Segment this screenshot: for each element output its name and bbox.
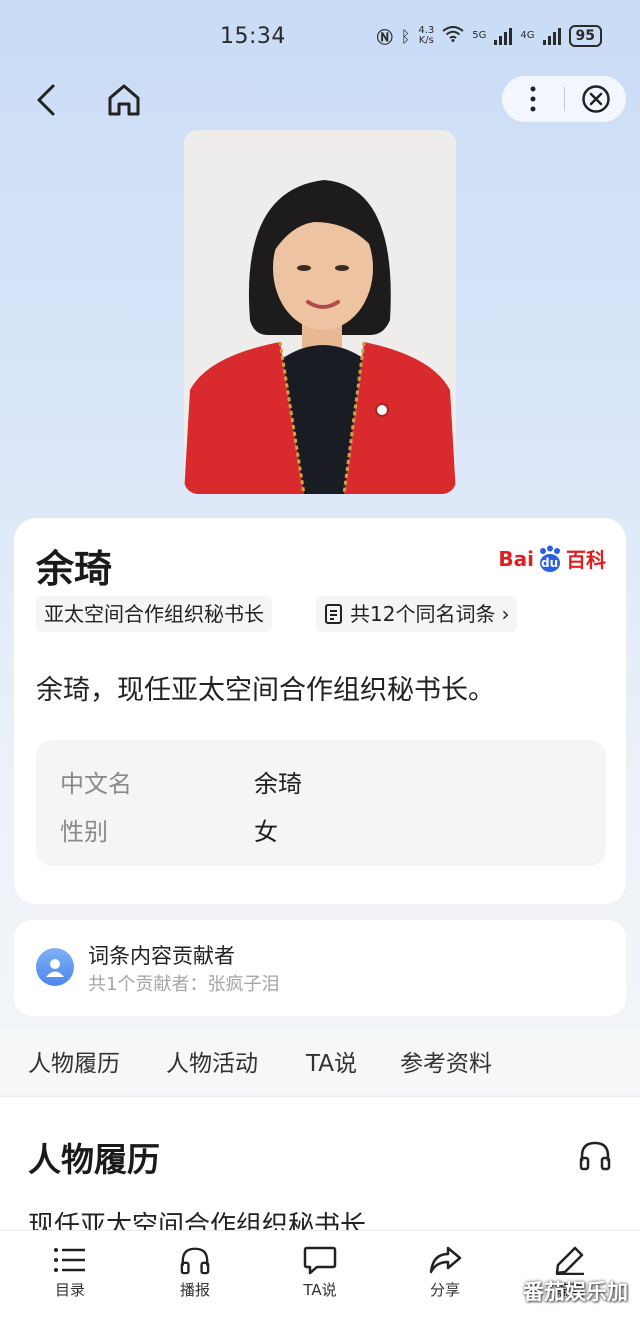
headphones-icon: [579, 1141, 611, 1171]
close-button[interactable]: [565, 76, 626, 122]
entry-content: 人物履历 现任亚太空间合作组织秘书长: [0, 1096, 640, 1230]
contributors-subtitle: 共1个贡献者：张疯子泪: [88, 974, 280, 995]
portrait-illustration: [184, 130, 456, 494]
logo-text-bai: Bai: [498, 546, 534, 571]
toolbar-label: 目录: [54, 1281, 85, 1299]
chevron-left-icon: [37, 84, 55, 116]
entry-summary: 余琦，现任亚太空间合作组织秘书长。: [36, 675, 495, 706]
close-circle-icon: [581, 85, 610, 113]
watermark: 番茄娱乐加: [523, 1280, 628, 1304]
wifi-icon: [442, 26, 464, 46]
signal-icon-2: [542, 27, 561, 45]
more-button[interactable]: [502, 76, 564, 122]
signal-icon-1: [494, 27, 513, 45]
bottom-toolbar: 目录 播报 TA说 分享 编辑: [0, 1230, 640, 1320]
more-vertical-icon: [530, 86, 536, 112]
status-time: 15:34: [220, 24, 286, 49]
menu-list-icon: [54, 1248, 85, 1272]
network-type-5g: 5G: [472, 30, 487, 41]
contributors-card[interactable]: 词条内容贡献者 共1个贡献者：张疯子泪: [14, 920, 626, 1016]
share-icon: [429, 1246, 462, 1274]
same-name-label: 共12个同名词条: [350, 602, 496, 626]
tab-activities[interactable]: 人物活动: [166, 1044, 258, 1078]
toolbar-label: TA说: [303, 1281, 337, 1299]
attr-key: 中文名: [60, 770, 132, 798]
logo-text-baike: 百科: [566, 548, 606, 572]
section-text: 现任亚太空间合作组织秘书长: [28, 1211, 367, 1230]
attr-value: 余琦: [254, 770, 302, 798]
status-icons: Ⓝ ᛒ 4.3 K/s 5G 4G 95: [377, 24, 602, 48]
person-photo[interactable]: [184, 130, 456, 494]
home-icon: [108, 84, 140, 116]
attr-key: 性别: [60, 818, 108, 846]
basic-info-box: 中文名 余琦 性别 女: [36, 740, 606, 866]
section-title: 人物履历: [28, 1140, 160, 1179]
tab-references[interactable]: 参考资料: [400, 1044, 492, 1078]
listen-section-button[interactable]: [578, 1139, 612, 1173]
same-name-entries-button[interactable]: 共12个同名词条 ›: [316, 596, 518, 632]
attr-row: 性别 女: [60, 812, 278, 847]
attr-row: 中文名 余琦: [60, 764, 302, 799]
identity-tag-label: 亚太空间合作组织秘书长: [44, 602, 264, 626]
section-tabs: 人物履历 人物活动 TA说 参考资料: [0, 1030, 640, 1094]
attr-value: 女: [254, 818, 278, 846]
network-speed-unit: K/s: [418, 35, 434, 46]
toolbar-share-button[interactable]: 分享: [405, 1245, 485, 1300]
identity-tag[interactable]: 亚太空间合作组织秘书长: [36, 596, 272, 632]
back-button[interactable]: [28, 80, 68, 120]
toolbar-broadcast-button[interactable]: 播报: [155, 1245, 235, 1300]
toolbar-label: 分享: [429, 1281, 460, 1299]
network-speed: 4.3 K/s: [418, 26, 434, 46]
entry-title: 余琦: [36, 547, 113, 591]
home-button[interactable]: [104, 80, 144, 120]
toolbar-catalog-button[interactable]: 目录: [30, 1245, 110, 1300]
document-list-icon: [325, 604, 342, 624]
logo-text-du: du: [541, 555, 559, 570]
tab-ta-says[interactable]: TA说: [306, 1044, 357, 1078]
battery-indicator: 95: [568, 25, 602, 47]
chevron-right-icon: ›: [501, 602, 510, 626]
toolbar-ta-says-button[interactable]: TA说: [280, 1245, 360, 1300]
toolbar-label: 播报: [179, 1281, 210, 1299]
network-type-4g: 4G: [520, 30, 535, 41]
contributors-title: 词条内容贡献者: [88, 944, 235, 968]
status-bar: 15:34 Ⓝ ᛒ 4.3 K/s 5G 4G 95: [0, 0, 640, 72]
nfc-icon: Ⓝ: [376, 28, 393, 47]
chat-bubble-icon: [303, 1246, 337, 1275]
paw-icon: du: [536, 545, 564, 573]
headphones-icon: [180, 1247, 210, 1275]
edit-pencil-icon: [555, 1246, 584, 1275]
mini-program-capsule: [502, 76, 626, 122]
entry-info-card: 余琦 Bai du 百科 亚太空间合作组织秘书长 共12个同名词条 › 余琦，现…: [14, 518, 626, 904]
baidu-baike-logo: Bai du 百科: [498, 544, 606, 573]
bluetooth-icon: ᛒ: [400, 26, 411, 46]
tab-resume[interactable]: 人物履历: [28, 1044, 120, 1078]
user-avatar-icon: [36, 948, 74, 986]
